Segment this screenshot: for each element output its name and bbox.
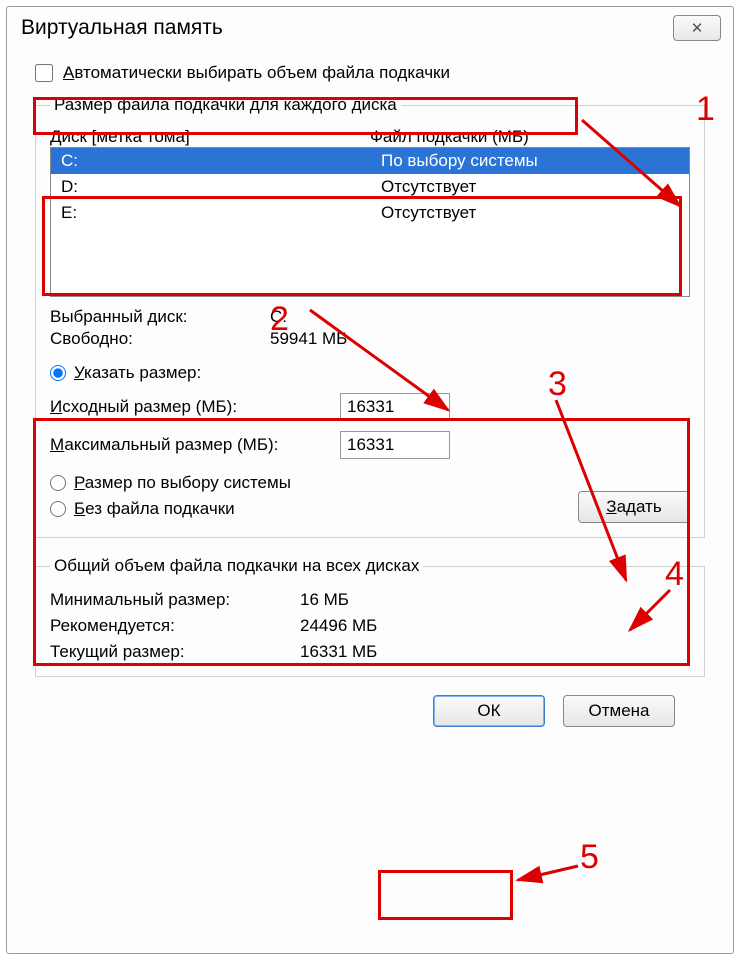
rec-size-label: Рекомендуется: bbox=[50, 616, 300, 636]
max-size-row: Максимальный размер (МБ): bbox=[50, 431, 690, 459]
drive-list-header: Диск [метка тома] Файл подкачки (МБ) bbox=[50, 127, 690, 147]
cancel-button[interactable]: Отмена bbox=[563, 695, 675, 727]
free-space-row: Свободно: 59941 МБ bbox=[50, 329, 690, 349]
min-size-value: 16 МБ bbox=[300, 590, 349, 610]
close-icon: ✕ bbox=[691, 19, 704, 37]
custom-size-label: Указать размер: bbox=[74, 363, 201, 383]
drive-status: По выбору системы bbox=[381, 148, 538, 174]
min-size-label: Минимальный размер: bbox=[50, 590, 300, 610]
auto-manage-checkbox[interactable] bbox=[35, 64, 53, 82]
total-group: Общий объем файла подкачки на всех диска… bbox=[35, 556, 705, 677]
initial-size-label: Исходный размер (МБ): bbox=[50, 397, 340, 417]
cur-size-label: Текущий размер: bbox=[50, 642, 300, 662]
per-drive-group: Размер файла подкачки для каждого диска … bbox=[35, 95, 705, 538]
drive-letter: E: bbox=[61, 200, 381, 226]
system-size-radio-row: Размер по выбору системы bbox=[50, 473, 690, 493]
cur-size-row: Текущий размер: 16331 МБ bbox=[50, 642, 690, 662]
cur-size-value: 16331 МБ bbox=[300, 642, 377, 662]
max-size-label: Максимальный размер (МБ): bbox=[50, 435, 340, 455]
selected-drive-label: Выбранный диск: bbox=[50, 307, 270, 327]
selected-drive-row: Выбранный диск: C: bbox=[50, 307, 690, 327]
no-file-label: Без файла подкачки bbox=[74, 499, 235, 519]
total-legend: Общий объем файла подкачки на всех диска… bbox=[50, 556, 423, 576]
drive-row[interactable]: E: Отсутствует bbox=[51, 200, 689, 226]
drive-letter: C: bbox=[61, 148, 381, 174]
no-file-radio[interactable] bbox=[50, 501, 66, 517]
dialog-buttons: ОК Отмена bbox=[35, 677, 705, 727]
drive-list[interactable]: C: По выбору системы D: Отсутствует E: О… bbox=[50, 147, 690, 297]
drive-row[interactable]: C: По выбору системы bbox=[51, 148, 689, 174]
per-drive-legend: Размер файла подкачки для каждого диска bbox=[50, 95, 401, 115]
drive-row[interactable]: D: Отсутствует bbox=[51, 174, 689, 200]
initial-size-input[interactable] bbox=[340, 393, 450, 421]
header-file: Файл подкачки (МБ) bbox=[370, 127, 529, 147]
custom-size-radio-row: Указать размер: bbox=[50, 363, 690, 383]
free-space-label: Свободно: bbox=[50, 329, 270, 349]
ok-button[interactable]: ОК bbox=[433, 695, 545, 727]
rec-size-row: Рекомендуется: 24496 МБ bbox=[50, 616, 690, 636]
rec-size-value: 24496 МБ bbox=[300, 616, 377, 636]
system-size-radio[interactable] bbox=[50, 475, 66, 491]
initial-size-row: Исходный размер (МБ): bbox=[50, 393, 690, 421]
window-title: Виртуальная память bbox=[21, 16, 223, 40]
dialog-content: Автоматически выбирать объем файла подка… bbox=[7, 41, 733, 741]
max-size-input[interactable] bbox=[340, 431, 450, 459]
system-size-label: Размер по выбору системы bbox=[74, 473, 291, 493]
free-space-value: 59941 МБ bbox=[270, 329, 347, 349]
custom-size-radio[interactable] bbox=[50, 365, 66, 381]
set-button[interactable]: Задать bbox=[578, 491, 690, 523]
close-button[interactable]: ✕ bbox=[673, 15, 721, 41]
drive-status: Отсутствует bbox=[381, 200, 476, 226]
min-size-row: Минимальный размер: 16 МБ bbox=[50, 590, 690, 610]
selected-drive-value: C: bbox=[270, 307, 287, 327]
virtual-memory-dialog: Виртуальная память ✕ Автоматически выбир… bbox=[6, 6, 734, 954]
header-drive: Диск [метка тома] bbox=[50, 127, 370, 147]
auto-manage-label: Автоматически выбирать объем файла подка… bbox=[63, 63, 450, 83]
auto-manage-row: Автоматически выбирать объем файла подка… bbox=[35, 63, 705, 83]
titlebar: Виртуальная память ✕ bbox=[7, 7, 733, 41]
drive-letter: D: bbox=[61, 174, 381, 200]
drive-status: Отсутствует bbox=[381, 174, 476, 200]
